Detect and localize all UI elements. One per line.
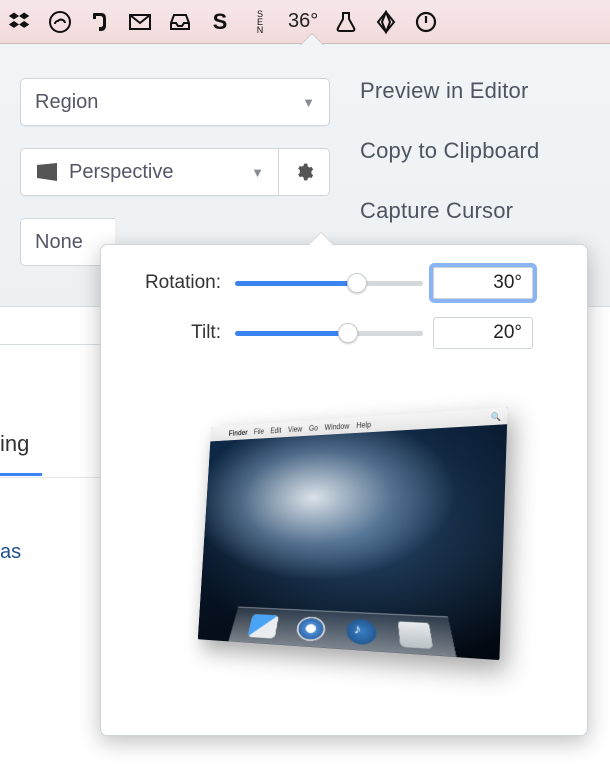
tilt-row: Tilt: 20° — [121, 317, 567, 349]
preview-in-editor-option[interactable]: Preview in Editor — [360, 78, 590, 104]
creative-cloud-icon[interactable] — [48, 10, 72, 34]
preview-menu-help: Help — [356, 420, 371, 430]
rotation-row: Rotation: 30° — [121, 267, 567, 299]
menubar-temperature[interactable]: 36° — [288, 10, 318, 33]
preview-desktop: Finder File Edit View Go Window Help 🔍 — [198, 407, 508, 660]
rotation-slider-fill — [235, 281, 357, 286]
region-select[interactable]: Region ▼ — [20, 78, 330, 126]
panel-arrow-icon — [300, 34, 324, 46]
tilt-label: Tilt: — [121, 322, 221, 344]
perspective-popover: Rotation: 30° Tilt: 20° Finder File Edit… — [100, 244, 588, 736]
evernote-icon[interactable] — [88, 10, 112, 34]
rotation-label: Rotation: — [121, 272, 221, 294]
tilt-slider-fill — [235, 331, 348, 336]
copy-to-clipboard-option[interactable]: Copy to Clipboard — [360, 138, 590, 164]
perspective-preview: Finder File Edit View Go Window Help 🔍 — [121, 367, 561, 697]
partial-tab-label[interactable]: ing — [0, 431, 42, 476]
safari-icon — [296, 616, 327, 642]
chevron-down-icon: ▼ — [302, 95, 315, 110]
sensei-icon[interactable]: SEN — [248, 10, 272, 34]
left-cut-content: ing as — [0, 344, 100, 764]
region-select-label: Region — [35, 91, 98, 114]
itunes-icon — [347, 618, 378, 645]
effect-select-label: Perspective — [69, 161, 174, 184]
tilt-slider-thumb[interactable] — [338, 323, 358, 343]
perspective-icon — [35, 163, 59, 181]
chevron-down-icon: ▼ — [251, 165, 264, 180]
tilt-slider[interactable] — [235, 323, 423, 343]
diamond-icon[interactable] — [374, 10, 398, 34]
rotation-slider[interactable] — [235, 273, 423, 293]
skitch-icon[interactable]: S — [208, 10, 232, 34]
rotation-field[interactable]: 30° — [433, 267, 533, 299]
effect-select[interactable]: Perspective ▼ — [20, 148, 278, 196]
preview-menu-edit: Edit — [270, 426, 282, 435]
none-select-label: None — [35, 231, 83, 254]
rotation-slider-thumb[interactable] — [347, 273, 367, 293]
beaker-icon[interactable] — [334, 10, 358, 34]
preview-menu-file: File — [254, 427, 265, 436]
divider — [0, 477, 100, 478]
preview-menu-go: Go — [309, 423, 318, 432]
finder-icon — [248, 614, 280, 639]
capture-cursor-option[interactable]: Capture Cursor — [360, 198, 590, 224]
inbox-icon[interactable] — [168, 10, 192, 34]
effect-settings-button[interactable] — [278, 148, 330, 196]
gear-icon — [294, 162, 314, 182]
popover-arrow-icon — [309, 233, 333, 245]
preview-menu-finder: Finder — [229, 428, 248, 437]
tilt-field[interactable]: 20° — [433, 317, 533, 349]
preview-menu-window: Window — [324, 421, 349, 431]
preview-menu-view: View — [288, 424, 303, 433]
spotlight-icon: 🔍 — [491, 411, 502, 421]
partial-link-label[interactable]: as — [0, 541, 36, 564]
power-icon[interactable] — [414, 10, 438, 34]
dropbox-icon[interactable] — [8, 10, 32, 34]
trash-icon — [398, 621, 433, 649]
gmail-icon[interactable] — [128, 10, 152, 34]
capture-actions: Preview in Editor Copy to Clipboard Capt… — [360, 78, 590, 224]
